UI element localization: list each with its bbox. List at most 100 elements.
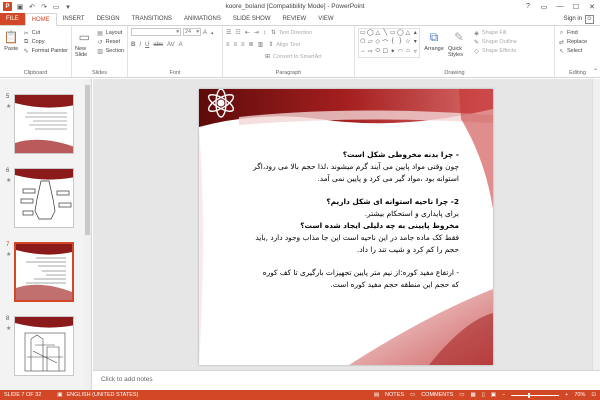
language-indicator[interactable]: ENGLISH (UNITED STATES)	[67, 392, 139, 398]
paste-icon: 📋	[3, 30, 19, 44]
ribbon-display-options-button[interactable]: ▭	[536, 1, 552, 13]
grow-font-icon[interactable]: A ▴	[203, 28, 214, 37]
notes-button[interactable]: NOTES	[385, 392, 404, 398]
copy-button[interactable]: ⧉ Copy	[23, 38, 68, 46]
tab-review[interactable]: REVIEW	[277, 13, 313, 25]
font-name-combo[interactable]: ▾	[131, 28, 181, 36]
shape-fill-button[interactable]: ◈ Shape Fill	[473, 29, 517, 37]
layout-button[interactable]: ▤ Layout	[97, 29, 124, 37]
tab-home[interactable]: HOME	[24, 13, 57, 26]
reading-view-icon[interactable]: ▯	[482, 392, 485, 398]
slide-thumbnail[interactable]	[14, 168, 74, 228]
zoom-out-button[interactable]: −	[502, 392, 505, 398]
convert-smartart-button[interactable]: ⊞ Convert to SmartArt	[264, 53, 322, 61]
undo-icon[interactable]: ↶	[28, 3, 36, 11]
scissors-icon: ✂	[23, 30, 29, 37]
replace-button[interactable]: ⇄ Replace	[558, 38, 587, 46]
font-size-combo[interactable]: 24 ▾	[183, 28, 201, 36]
spell-check-icon[interactable]: ▣	[57, 392, 62, 398]
justify-icon[interactable]: ≣	[249, 41, 254, 48]
thumbnail-row[interactable]: 5 ★	[0, 94, 91, 158]
slide-thumbnail[interactable]	[14, 94, 74, 154]
notes-placeholder[interactable]: Click to add notes	[101, 376, 153, 383]
thumbnail-row[interactable]: 6 ★	[0, 168, 91, 232]
tab-file[interactable]: FILE	[0, 13, 25, 25]
notes-icon[interactable]: ▤	[374, 392, 379, 398]
zoom-slider[interactable]	[511, 392, 560, 398]
thumbnails-scroll-thumb[interactable]	[85, 85, 90, 235]
tab-animations[interactable]: ANIMATIONS	[178, 13, 227, 25]
line-spacing-icon[interactable]: ↕	[263, 30, 266, 36]
zoom-in-button[interactable]: +	[565, 392, 568, 398]
tab-slide-show[interactable]: SLIDE SHOW	[227, 13, 277, 25]
align-center-icon[interactable]: ≡	[234, 42, 238, 48]
ribbon-tabs: FILE HOME INSERT DESIGN TRANSITIONS ANIM…	[0, 13, 600, 26]
arrange-button[interactable]: ⧉ Arrange	[423, 28, 445, 68]
find-button[interactable]: ⌕ Find	[558, 29, 587, 37]
cut-button[interactable]: ✂ Cut	[23, 29, 68, 37]
slideshow-icon[interactable]: ▣	[491, 392, 496, 398]
redo-icon[interactable]: ↷	[40, 3, 48, 11]
window-controls: ? ▭ — ☐ ✕	[510, 1, 600, 13]
notes-pane[interactable]: Click to add notes	[93, 370, 600, 390]
normal-view-icon[interactable]: ▭	[459, 392, 464, 398]
tab-transitions[interactable]: TRANSITIONS	[126, 13, 178, 25]
thumbnail-number: 5	[6, 94, 10, 100]
font-color-icon[interactable]: A	[179, 42, 183, 48]
tab-insert[interactable]: INSERT	[57, 13, 91, 25]
collapse-ribbon-icon[interactable]: ⌃	[593, 68, 598, 75]
new-slide-label: New Slide	[75, 46, 88, 58]
section-button[interactable]: ▥ Section	[97, 47, 124, 55]
tab-design[interactable]: DESIGN	[91, 13, 126, 25]
increase-indent-icon[interactable]: ⇥	[254, 29, 259, 36]
slide-scrollbar[interactable]	[592, 79, 600, 370]
minimize-button[interactable]: —	[552, 1, 568, 13]
find-label: Find	[567, 30, 578, 36]
help-button[interactable]: ?	[520, 1, 536, 13]
zoom-level[interactable]: 70%	[574, 392, 585, 398]
comments-icon[interactable]: ▭	[410, 392, 415, 398]
decrease-indent-icon[interactable]: ⇤	[245, 29, 250, 36]
format-painter-button[interactable]: ✎ Format Painter	[23, 47, 68, 55]
thumbnails-scrollbar[interactable]	[84, 79, 91, 390]
text-direction-button[interactable]: ⇅ Text Direction	[270, 29, 312, 37]
close-button[interactable]: ✕	[584, 1, 600, 13]
start-slideshow-icon[interactable]: ▭	[52, 3, 60, 11]
columns-icon[interactable]: ▥	[258, 41, 264, 48]
bullets-icon[interactable]: ☰	[226, 29, 231, 36]
sign-in-label[interactable]: Sign in	[564, 16, 582, 22]
bold-icon[interactable]: B	[131, 42, 135, 48]
sign-in[interactable]: Sign in ☺	[564, 13, 600, 25]
numbering-icon[interactable]: ☷	[235, 29, 240, 36]
char-spacing-icon[interactable]: AV	[167, 42, 175, 48]
thumbnail-row-selected[interactable]: 7 ★	[0, 242, 91, 306]
slide-sorter-icon[interactable]: ▦	[471, 392, 476, 398]
align-left-icon[interactable]: ≡	[226, 42, 230, 48]
zoom-slider-knob[interactable]	[528, 392, 531, 398]
thumbnail-row[interactable]: 8 ★	[0, 316, 91, 380]
shapes-gallery[interactable]: ▭ ◯ △ ╲ ▭ ◯ △ ▴ ⬠ ▱ ◇ ⌒{} ☆ ▾ → ⇨ ⬭ ☐ ✦ ◠ ⌂ ▿	[358, 28, 420, 58]
underline-icon[interactable]: U	[145, 42, 149, 48]
slide-body-text[interactable]: - چرا بدنه مخروطی شکل است؟ چون وقتی مواد…	[234, 149, 459, 291]
maximize-button[interactable]: ☐	[568, 1, 584, 13]
current-slide[interactable]: - چرا بدنه مخروطی شکل است؟ چون وقتی مواد…	[199, 89, 493, 365]
slide-thumbnail[interactable]	[14, 316, 74, 376]
select-button[interactable]: ↖ Select	[558, 47, 587, 55]
fit-slide-icon[interactable]: ⊡	[591, 392, 596, 398]
shape-effects-button[interactable]: ◇ Shape Effects	[473, 47, 517, 55]
slide-thumbnail-selected[interactable]	[14, 242, 74, 302]
smiley-icon[interactable]: ☺	[585, 14, 594, 24]
save-icon[interactable]: ▣	[16, 3, 24, 11]
strikethrough-icon[interactable]: abc	[153, 42, 163, 48]
reset-button[interactable]: ↺ Reset	[97, 38, 124, 46]
align-text-button[interactable]: ⇕ Align Text	[267, 41, 300, 49]
comments-button[interactable]: COMMENTS	[421, 392, 453, 398]
align-right-icon[interactable]: ≡	[241, 42, 245, 48]
tab-view[interactable]: VIEW	[312, 13, 339, 25]
quick-styles-button[interactable]: ✎ Quick Styles	[448, 28, 470, 68]
italic-icon[interactable]: I	[139, 42, 141, 48]
new-slide-button[interactable]: ▭ New Slide	[75, 28, 94, 68]
shape-outline-button[interactable]: ✎ Shape Outline	[473, 38, 517, 46]
customize-qat-icon[interactable]: ▾	[64, 3, 72, 11]
paste-button[interactable]: 📋 Paste	[3, 28, 20, 68]
